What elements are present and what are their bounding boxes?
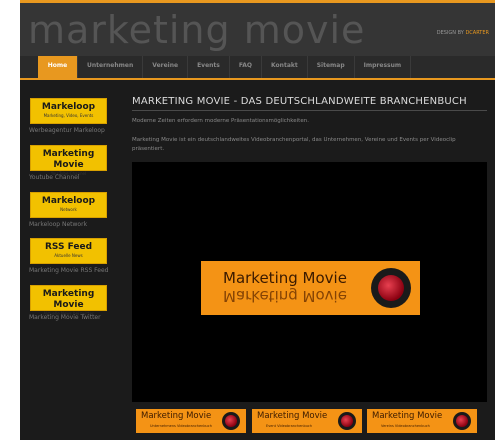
sidebar-banner-subtitle: Marketing, Video, Events bbox=[43, 113, 94, 118]
design-credit-prefix: DESIGN BY bbox=[436, 30, 466, 36]
page-title: MARKETING MOVIE - DAS DEUTSCHLANDWEITE B… bbox=[132, 96, 467, 107]
sidebar-banner-subtitle: Aktuelle News bbox=[54, 253, 83, 258]
sidebar-banner-title: RSS Feed bbox=[44, 242, 93, 252]
page-frame: marketing movie DESIGN BY DCARTER Home U… bbox=[20, 0, 495, 440]
film-reel-center bbox=[225, 415, 237, 427]
bottom-banner-title: Marketing Movie bbox=[257, 411, 328, 421]
sidebar-banner-twitter[interactable]: Marketing Movie Aktuelle News bei twitte… bbox=[30, 285, 107, 316]
sidebar-caption-network[interactable]: Markeloop Network bbox=[29, 221, 87, 228]
bottom-banner-subtitle: Event Videobranchenbuch bbox=[266, 424, 313, 428]
sidebar-caption-twitter[interactable]: Marketing Movie Twitter bbox=[29, 314, 101, 321]
nav-item-kontakt[interactable]: Kontakt bbox=[262, 56, 308, 78]
film-reel-center bbox=[341, 415, 353, 427]
bottom-banner-title: Marketing Movie bbox=[141, 411, 212, 421]
sidebar-banner-title: Markeloop bbox=[41, 196, 96, 206]
description-paragraph: Marketing Movie ist ein deutschlandweite… bbox=[132, 137, 456, 152]
bottom-banner-event[interactable]: Marketing Movie Event Videobranchenbuch bbox=[252, 409, 362, 433]
sidebar-banner-subtitle: Network bbox=[60, 207, 77, 212]
nav-item-vereine[interactable]: Vereine bbox=[143, 56, 189, 78]
nav-item-impressum[interactable]: Impressum bbox=[355, 56, 412, 78]
bottom-banner-subtitle: Vereins Videobranchenbuch bbox=[381, 424, 430, 428]
design-credit-link[interactable]: DCARTER bbox=[465, 30, 489, 36]
bottom-banner-vereins[interactable]: Marketing Movie Vereins Videobranchenbuc… bbox=[367, 409, 477, 433]
sidebar-caption-markeloop[interactable]: Werbeagentur Markeloop bbox=[29, 127, 105, 134]
sidebar-banner-network[interactable]: Markeloop Network bbox=[30, 192, 107, 218]
nav-item-faq[interactable]: FAQ bbox=[230, 56, 263, 78]
site-logo[interactable]: marketing movie bbox=[28, 9, 365, 51]
title-divider bbox=[132, 110, 487, 111]
bottom-banner-unternehmen[interactable]: Marketing Movie Unternehmens Videobranch… bbox=[136, 409, 246, 433]
bottom-banner-subtitle: Unternehmens Videobranchenbuch bbox=[150, 424, 212, 428]
video-banner: Marketing Movie Marketing Movie bbox=[201, 261, 420, 315]
video-banner-reflection: Marketing Movie bbox=[223, 287, 347, 305]
nav-item-sitemap[interactable]: Sitemap bbox=[308, 56, 355, 78]
main-nav: Home Unternehmen Vereine Events FAQ Kont… bbox=[20, 56, 495, 80]
intro-paragraph: Moderne Zeiten erfordern moderne Präsent… bbox=[132, 118, 309, 124]
nav-item-events[interactable]: Events bbox=[188, 56, 230, 78]
sidebar-banner-rss[interactable]: RSS Feed Aktuelle News bbox=[30, 238, 107, 264]
video-banner-title: Marketing Movie bbox=[223, 269, 347, 287]
nav-item-home[interactable]: Home bbox=[38, 56, 78, 78]
film-reel-icon bbox=[222, 412, 240, 430]
design-credit: DESIGN BY DCARTER bbox=[437, 30, 489, 36]
bottom-banner-title: Marketing Movie bbox=[372, 411, 443, 421]
sidebar-banner-title: Marketing Movie bbox=[42, 289, 95, 310]
nav-item-unternehmen[interactable]: Unternehmen bbox=[78, 56, 144, 78]
sidebar-caption-youtube[interactable]: Youtube Channel bbox=[29, 174, 80, 181]
site-header: marketing movie DESIGN BY DCARTER bbox=[20, 0, 495, 56]
sidebar-banner-markeloop[interactable]: Markeloop Marketing, Video, Events bbox=[30, 98, 107, 124]
film-reel-icon bbox=[453, 412, 471, 430]
film-reel-center bbox=[378, 275, 404, 301]
sidebar-caption-rss[interactable]: Marketing Movie RSS Feed bbox=[29, 267, 108, 274]
sidebar-banner-title: Marketing Movie bbox=[42, 149, 95, 170]
film-reel-icon bbox=[338, 412, 356, 430]
sidebar-banner-youtube[interactable]: Marketing Movie You Tube Channel bbox=[30, 145, 107, 176]
video-player[interactable]: Marketing Movie Marketing Movie bbox=[132, 162, 487, 402]
film-reel-center bbox=[456, 415, 468, 427]
sidebar-banner-title: Markeloop bbox=[41, 102, 96, 112]
film-reel-icon bbox=[371, 268, 411, 308]
